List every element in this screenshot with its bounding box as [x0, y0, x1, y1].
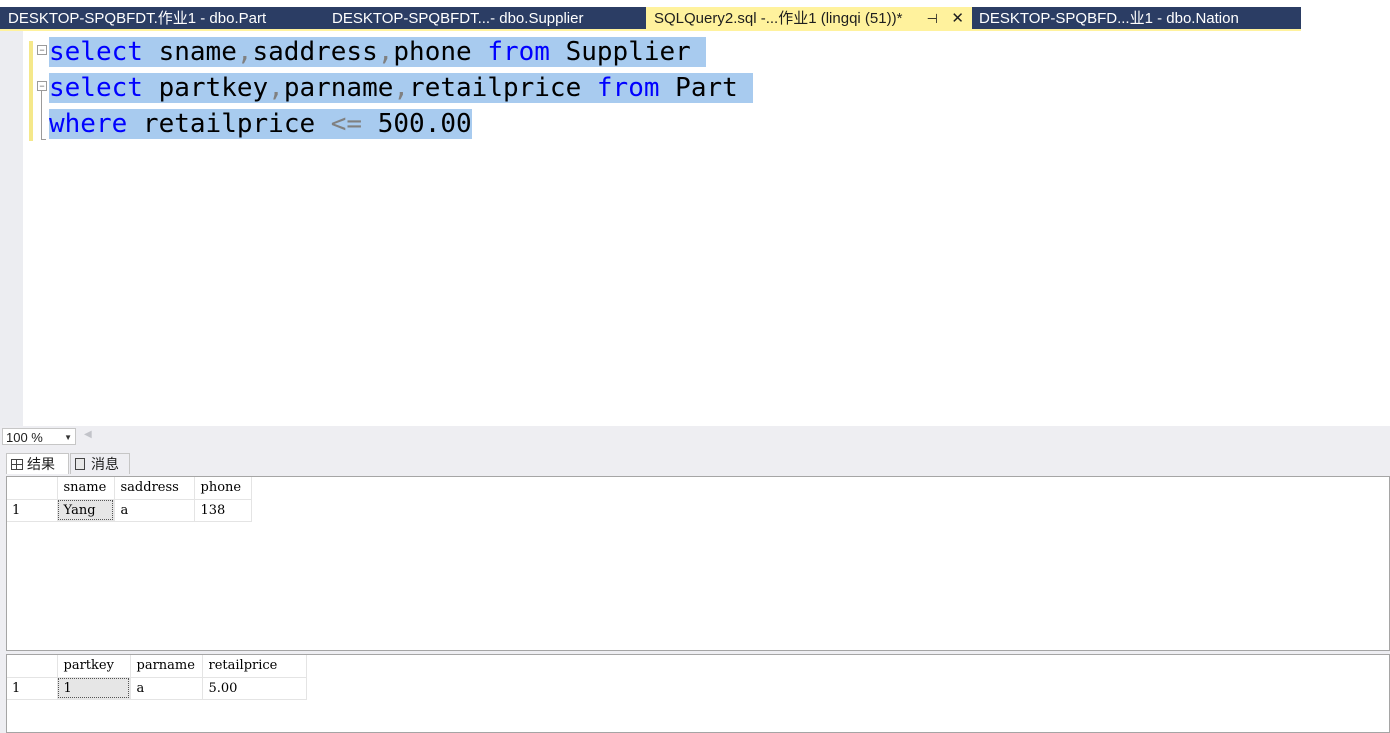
- pin-icon[interactable]: ⊣: [927, 7, 938, 31]
- comma: ,: [393, 73, 410, 103]
- tab-label: 结果: [27, 456, 55, 472]
- result-table: partkey parname retailprice 1 1 a 5.00: [7, 655, 307, 700]
- table-cell[interactable]: 138: [194, 499, 252, 522]
- row-number[interactable]: 1: [7, 499, 58, 522]
- tab-dbo-supplier[interactable]: DESKTOP-SPQBFDT...- dbo.Supplier: [324, 7, 646, 31]
- tab-sqlquery2[interactable]: SQLQuery2.sql -...作业1 (lingqi (51))* ⊣ ✕: [646, 7, 972, 31]
- column-header[interactable]: retailprice: [202, 655, 307, 678]
- close-icon[interactable]: ✕: [951, 7, 964, 31]
- identifier: Supplier: [549, 37, 707, 67]
- tab-label: 消息: [91, 456, 119, 472]
- tab-results[interactable]: 结果: [6, 453, 69, 474]
- column-header[interactable]: phone: [194, 477, 252, 500]
- chevron-down-icon: ▼: [64, 433, 72, 442]
- comma: ,: [377, 37, 394, 67]
- table-cell[interactable]: 1: [57, 677, 131, 700]
- column-header[interactable]: parname: [130, 655, 203, 678]
- identifier: phone: [393, 37, 488, 67]
- row-number-header: [7, 477, 58, 500]
- row-number[interactable]: 1: [7, 677, 58, 700]
- table-cell[interactable]: a: [130, 677, 203, 700]
- identifier: sname: [142, 37, 237, 67]
- result-grid-1[interactable]: sname saddress phone 1 Yang a 138: [6, 476, 1390, 651]
- tab-label: DESKTOP-SPQBFDT...- dbo.Supplier: [332, 10, 584, 27]
- tab-label: DESKTOP-SPQBFDT.作业1 - dbo.Part: [8, 10, 267, 27]
- column-header[interactable]: partkey: [57, 655, 131, 678]
- messages-icon: [75, 458, 85, 470]
- operator: <=: [330, 109, 363, 139]
- header-row: sname saddress phone: [7, 477, 252, 500]
- identifier: partkey: [142, 73, 269, 103]
- table-row[interactable]: 1 1 a 5.00: [7, 677, 307, 700]
- keyword: from: [596, 73, 660, 103]
- tab-label: DESKTOP-SPQBFD...业1 - dbo.Nation: [979, 10, 1239, 27]
- code-line-3[interactable]: where retailprice <= 500.00: [49, 106, 472, 142]
- code-line-1[interactable]: select sname,saddress,phone from Supplie…: [49, 34, 707, 70]
- tab-dbo-nation[interactable]: DESKTOP-SPQBFD...业1 - dbo.Nation: [971, 7, 1301, 31]
- comma: ,: [236, 37, 253, 67]
- tab-label: SQLQuery2.sql -...作业1 (lingqi (51))*: [654, 10, 903, 27]
- sql-editor[interactable]: − − select sname,saddress,phone from Sup…: [0, 31, 1390, 426]
- scroll-left-icon[interactable]: ◀: [84, 429, 92, 440]
- keyword: select: [49, 37, 143, 67]
- result-table: sname saddress phone 1 Yang a 138: [7, 477, 252, 522]
- document-tab-strip: DESKTOP-SPQBFDT.作业1 - dbo.Part DESKTOP-S…: [0, 0, 1390, 31]
- results-pane: sname saddress phone 1 Yang a 138 partke…: [0, 475, 1390, 733]
- column-header[interactable]: saddress: [114, 477, 195, 500]
- table-cell[interactable]: 5.00: [202, 677, 307, 700]
- identifier: retailprice: [409, 73, 597, 103]
- change-tracking-bar: [29, 41, 33, 141]
- header-row: partkey parname retailprice: [7, 655, 307, 678]
- grid-icon: [11, 459, 23, 470]
- editor-margin: [0, 31, 23, 426]
- collapse-icon[interactable]: −: [37, 81, 47, 91]
- keyword: where: [49, 109, 128, 139]
- zoom-value: 100 %: [6, 430, 43, 445]
- comma: ,: [268, 73, 284, 103]
- tab-messages[interactable]: 消息: [70, 453, 130, 474]
- identifier: Part: [659, 73, 754, 103]
- column-header[interactable]: sname: [57, 477, 115, 500]
- identifier: parname: [283, 73, 394, 103]
- keyword: select: [49, 73, 143, 103]
- results-tab-bar: 结果 消息: [0, 447, 1390, 475]
- keyword: from: [487, 37, 550, 67]
- identifier: retailprice: [127, 109, 331, 139]
- table-row[interactable]: 1 Yang a 138: [7, 499, 252, 522]
- row-number-header: [7, 655, 58, 678]
- outline-guide-end: [41, 139, 46, 140]
- result-grid-2[interactable]: partkey parname retailprice 1 1 a 5.00: [6, 654, 1390, 733]
- code-line-2[interactable]: select partkey,parname,retailprice from …: [49, 70, 754, 106]
- table-cell[interactable]: a: [114, 499, 195, 522]
- literal: 500.00: [362, 109, 472, 139]
- collapse-icon[interactable]: −: [37, 45, 47, 55]
- outline-guide: [41, 91, 42, 139]
- table-cell[interactable]: Yang: [57, 499, 115, 522]
- tab-dbo-part[interactable]: DESKTOP-SPQBFDT.作业1 - dbo.Part: [0, 7, 322, 31]
- identifier: saddress: [252, 37, 378, 67]
- zoom-dropdown[interactable]: 100 % ▼: [2, 428, 76, 445]
- editor-status-strip: 100 % ▼ ◀: [0, 426, 1390, 447]
